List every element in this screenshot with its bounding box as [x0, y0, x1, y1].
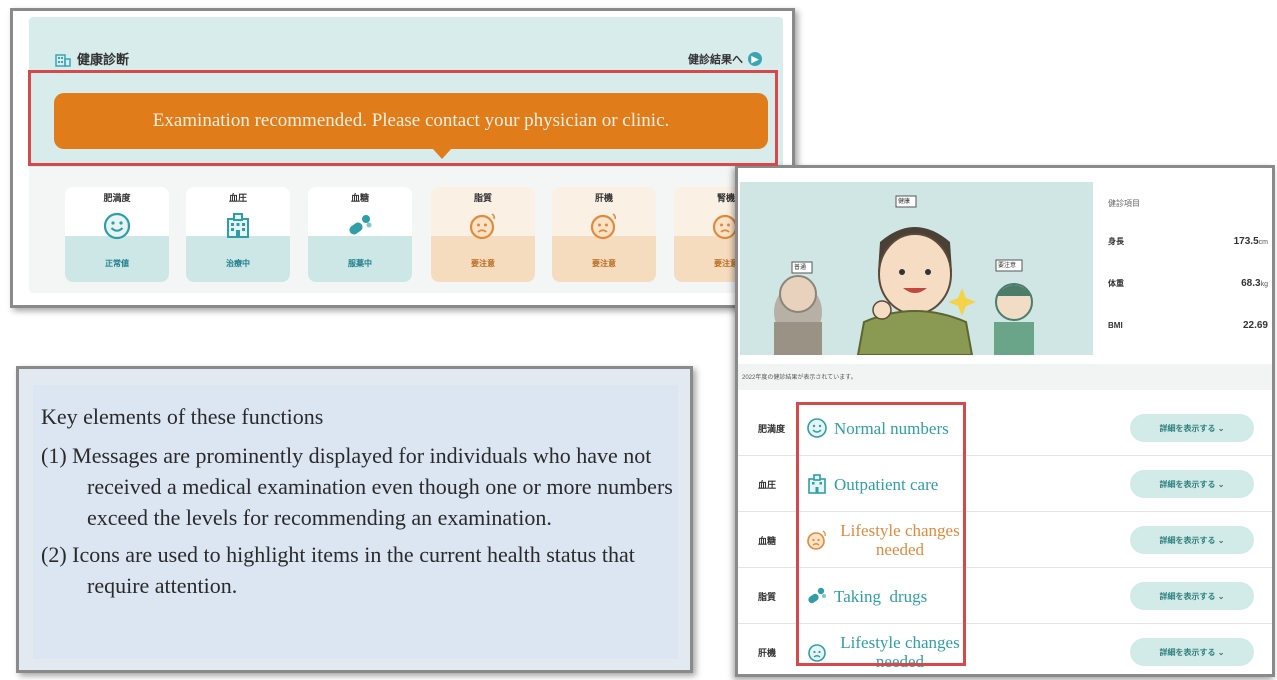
highlight-frame [28, 70, 778, 166]
results-note: 2022年度の健診結果が表示されています。 [738, 364, 1272, 390]
status-card[interactable]: 血糖 服薬中 [308, 187, 412, 282]
arrow-right-icon: ▶ [748, 52, 762, 66]
status-card-list: 肥満度 正常値 血圧 治療中 血糖 服薬中 脂質 要注意 肝機 要注意 腎機 要… [65, 187, 778, 282]
card-label: 肥満度 [103, 193, 131, 203]
worried-face-icon [590, 213, 617, 240]
metric-value: 22.69 [1242, 320, 1268, 331]
pill-icon [349, 215, 372, 235]
card-label: 血圧 [228, 193, 247, 203]
hero-tag: 要注意 [998, 263, 1017, 269]
building-icon [55, 53, 71, 67]
show-details-button[interactable]: 詳細を表示する ⌄ [1130, 582, 1254, 610]
card-label: 血糖 [350, 193, 369, 203]
card-status: 正常値 [105, 259, 129, 268]
key-heading: Key elements of these functions [41, 404, 324, 429]
worried-face-icon [469, 213, 496, 240]
metric-row: 身長 173.5cm [1108, 231, 1268, 273]
results-link[interactable]: 健診結果へ ▶ [688, 51, 762, 67]
card-status: 服薬中 [348, 259, 372, 268]
row-label: 肥満度 [758, 424, 786, 434]
row-label: 肝機 [758, 648, 777, 658]
status-card[interactable]: 血圧 治療中 [186, 187, 290, 282]
hero-tag: 健康 [898, 199, 911, 205]
results-link-label: 健診結果へ [688, 54, 743, 66]
metrics-title: 健診項目 [1108, 199, 1140, 208]
card-label: 肝機 [594, 193, 613, 203]
row-label: 脂質 [758, 592, 777, 602]
hospital-icon [227, 213, 249, 238]
metric-row: 体重 68.3kg [1108, 273, 1268, 315]
highlight-frame [796, 402, 966, 666]
show-details-button[interactable]: 詳細を表示する ⌄ [1130, 526, 1254, 554]
status-card[interactable]: 脂質 要注意 [431, 187, 535, 282]
card-status: 要注意 [592, 259, 616, 268]
metric-unit: kg [1260, 281, 1268, 288]
metric-value: 173.5 [1233, 236, 1259, 247]
metric-label: 身長 [1108, 237, 1124, 246]
metric-row: BMI 22.69 [1108, 315, 1268, 357]
body-metrics: 健診項目 身長 173.5cm 体重 68.3kg BMI 22.69 [1108, 198, 1268, 357]
card-status: 治療中 [226, 259, 250, 268]
show-details-button[interactable]: 詳細を表示する ⌄ [1130, 414, 1254, 442]
status-card[interactable]: 肝機 要注意 [552, 187, 656, 282]
row-label: 血糖 [758, 536, 777, 546]
panel-title-text: 健康診断 [77, 52, 130, 67]
metric-value: 68.3 [1241, 278, 1261, 289]
key-elements-text: Key elements of these functions (1) Mess… [41, 401, 686, 607]
status-card[interactable]: 肥満度 正常値 [65, 187, 169, 282]
show-details-button[interactable]: 詳細を表示する ⌄ [1130, 638, 1254, 666]
row-label: 血圧 [758, 480, 777, 490]
panel-title: 健康診断 [55, 49, 129, 68]
card-status: 要注意 [471, 259, 495, 268]
characters-illustration [774, 195, 1034, 355]
show-details-button[interactable]: 詳細を表示する ⌄ [1130, 470, 1254, 498]
metric-label: 体重 [1108, 279, 1124, 288]
key-item: (1) Messages are prominently displayed f… [41, 443, 673, 530]
health-check-panel: 健康診断 健診結果へ ▶ Examination recommended. Pl… [10, 8, 795, 308]
hero-illustration: 普通 健康 要注意 [740, 182, 1093, 355]
key-item: (2) Icons are used to highlight items in… [41, 542, 635, 598]
metric-unit: cm [1258, 239, 1268, 246]
metric-label: BMI [1108, 321, 1123, 330]
card-label: 脂質 [473, 193, 492, 203]
smile-face-icon [103, 212, 131, 240]
hero-tag: 普通 [794, 265, 807, 271]
key-elements-panel: Key elements of these functions (1) Mess… [16, 366, 693, 673]
